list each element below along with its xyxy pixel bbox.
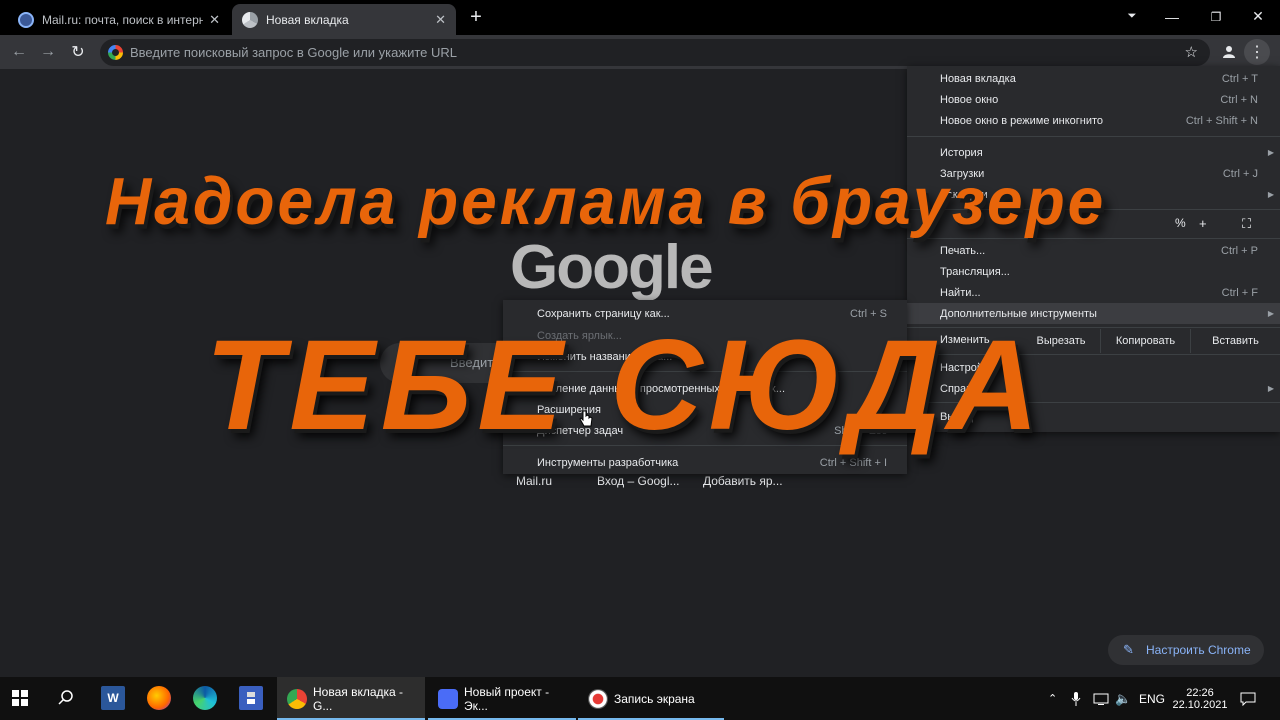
tab-strip: Mail.ru: почта, поиск в интернет ✕ Новая… xyxy=(0,0,1280,35)
overlay-headline-bottom: ТЕБЕ СЮДА xyxy=(205,314,1045,457)
menu-shortcut: Ctrl + Shift + N xyxy=(1185,114,1258,127)
camera-icon xyxy=(438,688,458,709)
menu-shortcut: Ctrl + F xyxy=(1221,286,1258,299)
menu-item-history[interactable]: История ▶ xyxy=(907,142,1280,163)
microphone-icon[interactable] xyxy=(1071,677,1081,720)
clock-time: 22:26 xyxy=(1186,686,1214,699)
menu-item-find[interactable]: Найти... Ctrl + F xyxy=(907,282,1280,303)
customize-chrome-button[interactable]: ✎ Настроить Chrome xyxy=(1108,635,1264,665)
taskbar-app-chrome[interactable]: Новая вкладка - G... xyxy=(277,677,425,720)
chevron-right-icon: ▶ xyxy=(1267,309,1274,318)
tab-new-tab[interactable]: Новая вкладка ✕ xyxy=(232,4,456,35)
zoom-in-button[interactable]: + xyxy=(1199,216,1207,231)
back-icon[interactable]: ← xyxy=(6,39,32,65)
forward-icon[interactable]: → xyxy=(35,39,61,65)
close-icon[interactable]: ✕ xyxy=(209,12,220,28)
language-indicator[interactable]: ENG xyxy=(1139,677,1165,720)
minimize-icon[interactable]: — xyxy=(1150,0,1194,33)
chevron-right-icon: ▶ xyxy=(1267,148,1274,157)
chevron-right-icon: ▶ xyxy=(1267,384,1274,393)
save-floppy-icon[interactable] xyxy=(239,686,263,710)
clock-date: 22.10.2021 xyxy=(1172,698,1228,711)
tray-chevron-up-icon[interactable]: ⌃ xyxy=(1048,677,1057,720)
copy-button[interactable]: Копировать xyxy=(1100,329,1190,353)
firefox-icon[interactable] xyxy=(147,686,171,710)
menu-shortcut: Ctrl + N xyxy=(1220,93,1258,106)
shortcut-add[interactable]: Добавить яр... xyxy=(703,474,783,488)
menu-label: Новое окно в режиме инкогнито xyxy=(940,114,1104,127)
window-close-icon[interactable]: ✕ xyxy=(1236,0,1280,33)
network-icon[interactable] xyxy=(1093,677,1109,720)
record-icon xyxy=(588,688,608,709)
fullscreen-icon[interactable]: ⛶ xyxy=(1242,216,1251,232)
chevron-right-icon: ▶ xyxy=(1267,190,1274,199)
paste-button[interactable]: Вставить xyxy=(1190,329,1280,353)
google-logo: Google xyxy=(510,233,714,302)
taskbar-app-editor[interactable]: Новый проект - Эк... xyxy=(428,677,576,720)
clock[interactable]: 22:26 22.10.2021 xyxy=(1172,677,1228,720)
word-icon[interactable]: W xyxy=(101,686,125,710)
close-icon[interactable]: ✕ xyxy=(435,12,446,28)
taskbar-app-label: Новый проект - Эк... xyxy=(464,684,550,713)
taskbar-app-label: Новая вкладка - G... xyxy=(313,684,404,713)
menu-label: Новое окно xyxy=(940,93,999,106)
windows-start-icon[interactable] xyxy=(8,686,32,710)
menu-shortcut: Ctrl + P xyxy=(1221,244,1258,257)
menu-divider xyxy=(907,136,1280,137)
new-tab-button[interactable]: + xyxy=(465,6,487,28)
tab-search-icon[interactable]: ⏷ xyxy=(1110,0,1154,33)
menu-shortcut: Ctrl + J xyxy=(1222,167,1258,180)
google-icon xyxy=(108,45,123,60)
menu-kebab-icon[interactable]: ⋮ xyxy=(1244,39,1270,65)
taskbar-app-label: Запись экрана xyxy=(614,691,695,706)
edge-icon[interactable] xyxy=(193,686,217,710)
menu-label: История xyxy=(940,146,983,159)
profile-icon[interactable] xyxy=(1216,39,1242,65)
address-placeholder: Введите поисковый запрос в Google или ук… xyxy=(130,45,457,60)
menu-item-cast[interactable]: Трансляция... xyxy=(907,261,1280,282)
address-bar[interactable]: Введите поисковый запрос в Google или ук… xyxy=(100,39,1210,66)
menu-label: Трансляция... xyxy=(940,265,1010,278)
pencil-icon: ✎ xyxy=(1123,642,1134,657)
taskbar-app-screen-record[interactable]: Запись экрана xyxy=(578,677,724,720)
reload-icon[interactable]: ↻ xyxy=(65,39,91,65)
menu-item-new-window[interactable]: Новое окно Ctrl + N xyxy=(907,89,1280,110)
search-icon[interactable] xyxy=(54,686,78,710)
restore-icon[interactable]: ❐ xyxy=(1194,0,1238,33)
menu-label: Найти... xyxy=(940,286,981,299)
overlay-headline-top: Надоела реклама в браузере xyxy=(105,163,1107,239)
mailru-icon xyxy=(18,11,34,28)
shortcut-mailru[interactable]: Mail.ru xyxy=(516,474,552,488)
menu-item-print[interactable]: Печать... Ctrl + P xyxy=(907,240,1280,261)
menu-item-incognito[interactable]: Новое окно в режиме инкогнито Ctrl + Shi… xyxy=(907,110,1280,131)
menu-shortcut: Ctrl + T xyxy=(1221,72,1258,85)
zoom-value: % xyxy=(1175,216,1186,230)
volume-icon[interactable]: 🔈 xyxy=(1115,677,1131,720)
menu-item-new-tab[interactable]: Новая вкладка Ctrl + T xyxy=(907,68,1280,89)
toolbar: ← → ↻ Введите поисковый запрос в Google … xyxy=(0,35,1280,69)
windows-taskbar: W Новая вкладка - G... Новый проект - Эк… xyxy=(0,677,1280,720)
tab-title: Mail.ru: почта, поиск в интернет xyxy=(42,12,204,27)
menu-label: Печать... xyxy=(940,244,986,257)
tab-mailru[interactable]: Mail.ru: почта, поиск в интернет ✕ xyxy=(8,4,230,35)
shortcut-google-login[interactable]: Вход – Googl... xyxy=(597,474,680,488)
bookmark-star-icon[interactable]: ☆ xyxy=(1185,43,1198,61)
tab-title: Новая вкладка xyxy=(266,12,349,27)
chrome-icon xyxy=(287,688,307,709)
notifications-icon[interactable] xyxy=(1240,677,1256,720)
customize-label: Настроить Chrome xyxy=(1146,643,1251,657)
chrome-icon xyxy=(242,11,258,28)
menu-label: Новая вкладка xyxy=(940,72,1016,85)
